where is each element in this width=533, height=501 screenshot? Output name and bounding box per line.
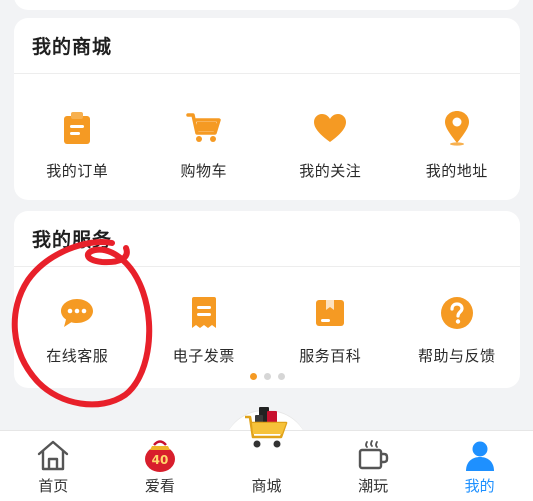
my-address-button[interactable]: 我的地址 [394,110,521,181]
divider [14,73,520,74]
mall-card: 我的商城 我的订单 购物车 我的关注 我的地址 [14,18,520,200]
grid-item-label: 帮助与反馈 [417,347,496,365]
shopping-cart-icon [186,110,222,146]
grid-item-label: 服务百科 [299,347,362,365]
services-grid: 在线客服 电子发票 服务百科 帮助与反馈 [14,295,520,366]
tab-label: 潮玩 [358,477,389,495]
service-encyclopedia-button[interactable]: 服务百科 [267,295,394,366]
my-orders-button[interactable]: 我的订单 [14,110,141,181]
chat-bubble-icon [59,295,95,331]
user-profile-icon [460,437,500,473]
previous-card [14,0,520,10]
services-card: 我的服务 在线客服 电子发票 服务百科 帮助与反馈 [14,211,520,388]
tab-label: 首页 [38,477,69,495]
grid-item-label: 购物车 [180,162,227,180]
divider [14,266,520,267]
grid-item-label: 我的地址 [425,162,488,180]
online-customer-service-button[interactable]: 在线客服 [14,295,141,366]
tab-mall[interactable]: 商城 [213,407,320,501]
grid-item-label: 电子发票 [172,347,235,365]
shopping-cart-button[interactable]: 购物车 [141,110,268,181]
page-dot-active[interactable] [249,373,257,380]
tab-label: 商城 [251,477,282,495]
grid-item-label: 我的关注 [299,162,362,180]
invoice-icon [186,295,222,331]
e-invoice-button[interactable]: 电子发票 [141,295,268,366]
page-dot[interactable] [277,373,285,380]
page-dot[interactable] [263,373,271,380]
my-follows-button[interactable]: 我的关注 [267,110,394,181]
tab-label: 我的 [464,477,495,495]
coffee-cup-icon [353,437,393,473]
shopping-cart-mall-icon [241,403,291,453]
mall-grid: 我的订单 购物车 我的关注 我的地址 [14,110,520,181]
gift-bag-40-icon: 40 [140,437,180,473]
svg-text:40: 40 [152,453,169,467]
page-indicator [14,373,520,380]
home-icon [33,437,73,473]
heart-icon [312,110,348,146]
grid-item-label: 我的订单 [46,162,109,180]
tab-watch[interactable]: 40 爱看 [107,431,214,501]
grid-item-label: 在线客服 [46,347,109,365]
location-pin-icon [439,110,475,146]
bottom-tab-bar: 首页 40 爱看 商城 潮玩 我的 [0,407,533,501]
tab-trendy[interactable]: 潮玩 [320,431,427,501]
tab-home[interactable]: 首页 [0,431,107,501]
mall-card-title: 我的商城 [32,36,113,58]
order-clipboard-icon [59,110,95,146]
services-card-title: 我的服务 [32,229,113,251]
tab-mine[interactable]: 我的 [426,431,533,501]
encyclopedia-box-icon [312,295,348,331]
tab-label: 爱看 [144,477,175,495]
help-question-icon [439,295,475,331]
help-feedback-button[interactable]: 帮助与反馈 [394,295,521,366]
